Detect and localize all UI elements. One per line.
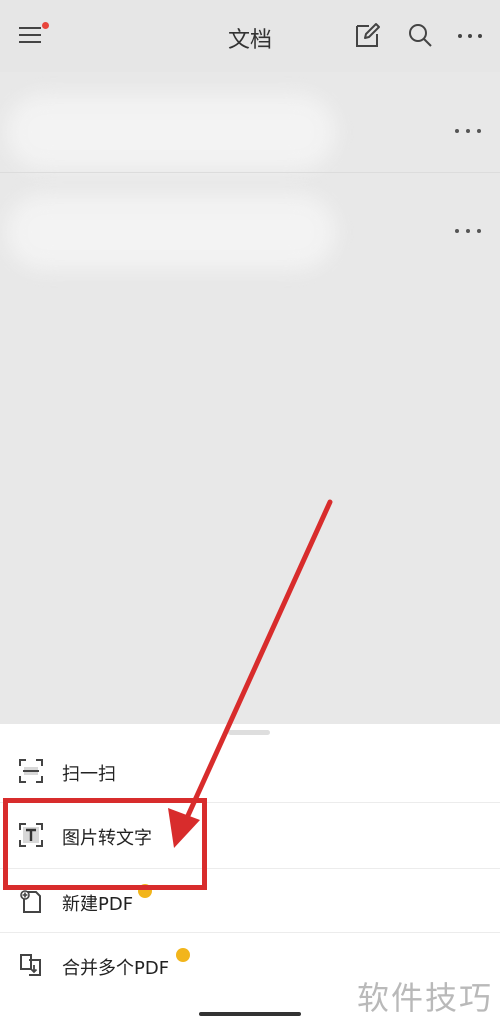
scan-icon: [19, 759, 43, 783]
vip-badge: [176, 948, 190, 962]
item-more-icon[interactable]: [454, 226, 482, 236]
search-icon[interactable]: [405, 20, 435, 50]
menu-item-scan[interactable]: 扫一扫: [0, 740, 500, 804]
annotation-highlight-box: [3, 798, 207, 890]
blurred-document-entry: [6, 94, 336, 170]
watermark: 软件技巧: [350, 966, 500, 1030]
menu-item-label: 扫一扫: [62, 764, 116, 785]
list-item[interactable]: [0, 182, 500, 282]
divider: [0, 932, 500, 933]
document-list: [0, 72, 500, 724]
more-options-icon[interactable]: [455, 20, 485, 50]
top-app-bar: 文档: [0, 0, 500, 72]
merge-pdf-icon: [20, 954, 41, 976]
edit-icon[interactable]: [353, 20, 383, 50]
divider: [0, 172, 500, 173]
item-more-icon[interactable]: [454, 126, 482, 136]
list-item[interactable]: [0, 82, 500, 182]
blurred-document-entry: [6, 194, 336, 270]
menu-item-label: 新建PDF: [62, 894, 134, 915]
new-pdf-icon: [20, 890, 41, 913]
sheet-drag-handle[interactable]: [228, 730, 270, 735]
home-indicator[interactable]: [199, 1012, 301, 1016]
menu-item-label: 合并多个PDF: [62, 958, 170, 979]
